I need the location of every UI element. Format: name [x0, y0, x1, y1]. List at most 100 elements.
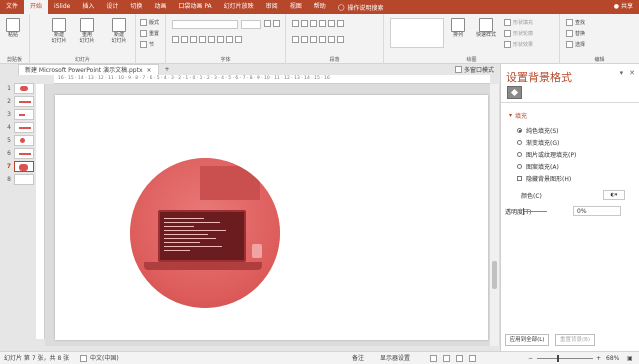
bold-icon[interactable]: [172, 36, 179, 43]
display-settings-button[interactable]: 显示器设置: [380, 352, 410, 364]
font-color-icon[interactable]: [235, 36, 242, 43]
hide-background-checkbox[interactable]: 隐藏背景图形(H): [517, 174, 571, 183]
bullets-icon[interactable]: [292, 20, 299, 27]
shape-outline-button[interactable]: 形状轮廓: [504, 30, 533, 37]
strikethrough-icon[interactable]: [208, 36, 215, 43]
apply-to-all-button[interactable]: 应用到全部(L): [505, 334, 549, 346]
replace-button[interactable]: 替换: [566, 30, 585, 37]
slide-sorter-icon[interactable]: [443, 355, 450, 362]
tab-design[interactable]: 设计: [100, 0, 124, 14]
shape-effects-button[interactable]: 形状效果: [504, 41, 533, 48]
select-button[interactable]: 选择: [566, 41, 585, 48]
shapes-gallery[interactable]: [390, 18, 444, 48]
slide-thumbnail[interactable]: 2: [4, 96, 34, 107]
reuse-slide-button[interactable]: 重用 幻灯片: [74, 18, 100, 44]
tab-animations[interactable]: 动画: [148, 0, 172, 14]
new-slide-button-2[interactable]: 新建 幻灯片: [106, 18, 132, 44]
new-slide-button[interactable]: 新建 幻灯片: [46, 18, 72, 44]
fit-slide-icon[interactable]: ▣: [627, 352, 633, 364]
justify-icon[interactable]: [319, 36, 326, 43]
color-picker-button[interactable]: ◐ ▾: [603, 190, 625, 200]
quick-styles-button[interactable]: 快速样式: [472, 18, 500, 38]
tab-review[interactable]: 审阅: [260, 0, 284, 14]
font-name-select[interactable]: [172, 20, 238, 29]
picture-fill-option[interactable]: 图片或纹理填充(P): [517, 150, 576, 159]
section-button[interactable]: 节: [140, 41, 154, 48]
paste-button[interactable]: 粘贴: [6, 18, 20, 38]
vertical-scrollbar[interactable]: [490, 84, 499, 346]
align-right-icon[interactable]: [310, 36, 317, 43]
slide-thumbnail-active[interactable]: 7: [4, 161, 34, 172]
reuse-slide-label: 重用 幻灯片: [79, 32, 95, 44]
align-left-icon[interactable]: [292, 36, 299, 43]
italic-icon[interactable]: [181, 36, 188, 43]
tab-help[interactable]: 帮助: [308, 0, 332, 14]
decrease-indent-icon[interactable]: [310, 20, 317, 27]
font-size-select[interactable]: [241, 20, 261, 29]
slideshow-icon[interactable]: [469, 355, 476, 362]
normal-view-icon[interactable]: [430, 355, 437, 362]
zoom-level[interactable]: 68%: [606, 352, 619, 364]
slide-thumbnail[interactable]: 4: [4, 122, 34, 133]
tab-insert[interactable]: 插入: [76, 0, 100, 14]
laptop-screen: [158, 210, 246, 262]
circular-photo[interactable]: [130, 158, 280, 308]
slide-thumbnail[interactable]: 3: [4, 109, 34, 120]
tab-view[interactable]: 视图: [284, 0, 308, 14]
columns-icon[interactable]: [328, 36, 335, 43]
tab-slideshow[interactable]: 幻灯片放映: [218, 0, 260, 14]
document-tab[interactable]: 新建 Microsoft PowerPoint 演示文稿.pptx ×: [18, 64, 159, 75]
fill-section-header[interactable]: ▾ 填充: [509, 111, 527, 120]
pane-close-icon[interactable]: ✕: [629, 69, 635, 77]
slide-thumbnail[interactable]: 1: [4, 83, 34, 94]
slide-preview: [14, 135, 34, 146]
transparency-input[interactable]: 0%: [573, 206, 621, 216]
pane-options-icon[interactable]: ▾: [620, 69, 624, 77]
paragraph-row-1: [292, 20, 344, 27]
tab-home[interactable]: 开始: [24, 0, 49, 14]
zoom-out-button[interactable]: −: [528, 352, 533, 364]
solid-fill-option[interactable]: 纯色填充(S): [517, 126, 559, 135]
reset-background-button[interactable]: 重置背景(B): [555, 334, 595, 346]
pattern-fill-option[interactable]: 图案填充(A): [517, 162, 559, 171]
layout-button[interactable]: 版式: [140, 19, 159, 26]
align-text-icon[interactable]: [337, 36, 344, 43]
align-center-icon[interactable]: [301, 36, 308, 43]
close-icon[interactable]: ×: [147, 65, 152, 76]
slide-thumbnail[interactable]: 8: [4, 174, 34, 185]
gradient-fill-option[interactable]: 渐变填充(G): [517, 138, 559, 147]
underline-icon[interactable]: [190, 36, 197, 43]
zoom-slider[interactable]: [537, 355, 593, 362]
tab-islide[interactable]: iSlide: [48, 0, 76, 14]
fill-tab-icon[interactable]: [507, 86, 522, 99]
shape-fill-button[interactable]: 形状填充: [504, 19, 533, 26]
font-size-buttons[interactable]: [264, 20, 280, 27]
language-indicator[interactable]: 中文(中国): [80, 352, 119, 364]
tab-transitions[interactable]: 切换: [124, 0, 148, 14]
add-tab-icon[interactable]: +: [165, 66, 170, 73]
slide-thumbnail[interactable]: 6: [4, 148, 34, 159]
notes-button[interactable]: 备注: [352, 352, 364, 364]
text-direction-icon[interactable]: [337, 20, 344, 27]
reset-button[interactable]: 重置: [140, 30, 159, 37]
scrollbar-thumb[interactable]: [492, 261, 497, 289]
transparency-slider[interactable]: [523, 208, 547, 215]
numbering-icon[interactable]: [301, 20, 308, 27]
multi-window-button[interactable]: 多窗口模式: [454, 65, 494, 74]
shadow-icon[interactable]: [199, 36, 206, 43]
slide-layout-icon: [112, 18, 126, 32]
replace-label: 替换: [575, 31, 586, 37]
tell-me-search[interactable]: ◯ 操作说明搜索: [332, 3, 384, 12]
tab-file[interactable]: 文件: [0, 0, 24, 14]
slide-thumbnail[interactable]: 5: [4, 135, 34, 146]
change-case-icon[interactable]: [226, 36, 233, 43]
arrange-button[interactable]: 排列: [448, 18, 468, 38]
char-spacing-icon[interactable]: [217, 36, 224, 43]
find-button[interactable]: 查找: [566, 19, 585, 26]
tab-pocket-animation[interactable]: 口袋动画 PA: [172, 0, 217, 14]
line-spacing-icon[interactable]: [328, 20, 335, 27]
reading-view-icon[interactable]: [456, 355, 463, 362]
share-button[interactable]: ● 共享: [614, 0, 633, 14]
zoom-in-button[interactable]: +: [596, 352, 601, 364]
increase-indent-icon[interactable]: [319, 20, 326, 27]
